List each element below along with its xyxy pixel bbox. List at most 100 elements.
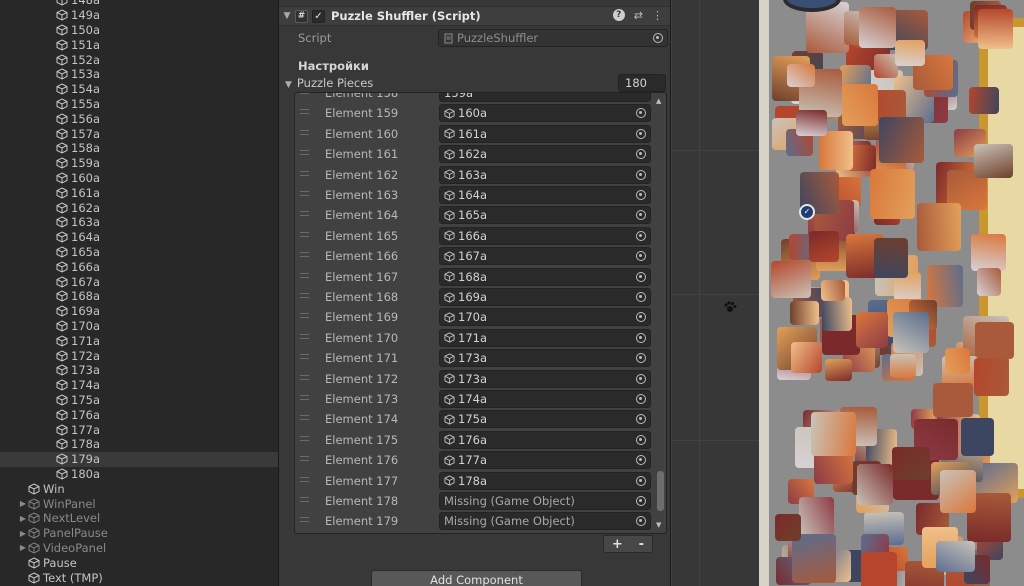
element-object-field[interactable]: 161a — [439, 124, 651, 143]
puzzle-piece[interactable] — [799, 496, 835, 537]
puzzle-piece[interactable] — [811, 411, 856, 456]
object-picker-icon[interactable] — [636, 332, 646, 343]
drag-handle-icon[interactable] — [300, 517, 309, 523]
element-object-field[interactable]: 168a — [439, 267, 651, 286]
element-object-field[interactable]: 173a — [439, 369, 651, 388]
object-picker-icon[interactable] — [636, 414, 646, 425]
hierarchy-item[interactable]: 159a — [0, 156, 278, 171]
object-picker-icon[interactable] — [636, 169, 646, 180]
puzzle-piece[interactable] — [878, 116, 924, 163]
help-icon[interactable]: ? — [612, 9, 625, 21]
element-object-field[interactable]: 178a — [439, 471, 651, 490]
puzzle-piece[interactable] — [842, 83, 878, 127]
drag-handle-icon[interactable] — [300, 435, 309, 441]
list-scrollbar[interactable]: ▲ ▼ — [655, 95, 666, 531]
hierarchy-item[interactable]: 173a — [0, 363, 278, 378]
drag-handle-icon[interactable] — [300, 415, 309, 421]
hierarchy-item[interactable]: 171a — [0, 333, 278, 348]
hierarchy-item[interactable]: 154a — [0, 82, 278, 97]
object-picker-icon[interactable] — [636, 353, 646, 364]
object-picker-icon[interactable] — [636, 292, 646, 302]
hierarchy-item[interactable]: 160a — [0, 171, 278, 186]
puzzle-piece[interactable] — [974, 144, 1013, 179]
puzzle-piece[interactable] — [790, 341, 823, 374]
puzzle-piece[interactable] — [978, 9, 1013, 49]
element-object-field[interactable]: 169a — [439, 288, 651, 306]
drag-handle-icon[interactable] — [300, 333, 309, 339]
component-header[interactable]: ▼ # ✓ Puzzle Shuffler (Script) ? ⇄ ⋮ — [279, 6, 671, 26]
puzzle-piece[interactable] — [933, 383, 974, 418]
hierarchy-item[interactable]: 152a — [0, 52, 278, 67]
hierarchy-item[interactable]: 161a — [0, 185, 278, 200]
hierarchy-item[interactable]: 157a — [0, 126, 278, 141]
fold-arrow-icon[interactable]: ▼ — [285, 80, 292, 90]
drag-handle-icon[interactable] — [300, 252, 309, 258]
hierarchy-item[interactable]: 163a — [0, 215, 278, 230]
puzzle-piece[interactable] — [787, 63, 816, 87]
puzzle-piece[interactable] — [892, 446, 931, 480]
element-object-field[interactable]: 167a — [439, 247, 651, 266]
object-picker-icon[interactable] — [636, 496, 646, 506]
hierarchy-item[interactable]: 162a — [0, 200, 278, 215]
puzzle-piece[interactable] — [869, 169, 915, 219]
remove-element-button[interactable]: - — [633, 537, 650, 552]
hierarchy-item[interactable]: 174a — [0, 378, 278, 393]
puzzle-piece[interactable] — [894, 39, 925, 66]
puzzle-pieces-count-field[interactable]: 180 — [618, 74, 666, 92]
puzzle-piece[interactable] — [971, 234, 1007, 271]
object-picker-icon[interactable] — [636, 516, 646, 527]
element-object-field[interactable]: 164a — [439, 186, 651, 204]
puzzle-piece[interactable] — [975, 321, 1014, 359]
scroll-down-icon[interactable]: ▼ — [656, 521, 661, 529]
object-picker-icon[interactable] — [636, 455, 646, 466]
element-object-field[interactable]: 163a — [439, 165, 651, 184]
element-object-field[interactable]: 173a — [439, 349, 651, 368]
drag-handle-icon[interactable] — [300, 354, 309, 360]
element-object-field[interactable]: 175a — [439, 410, 651, 429]
object-picker-icon[interactable] — [636, 373, 646, 384]
puzzle-piece[interactable] — [858, 6, 896, 49]
drag-handle-icon[interactable] — [300, 395, 309, 400]
hierarchy-item[interactable]: ▶ WinPanel — [0, 496, 278, 511]
drag-handle-icon[interactable] — [300, 313, 309, 319]
scroll-up-icon[interactable]: ▲ — [656, 97, 661, 105]
puzzle-piece[interactable] — [819, 131, 853, 170]
puzzle-piece[interactable] — [893, 311, 930, 354]
hierarchy-item[interactable]: 155a — [0, 97, 278, 112]
drag-handle-icon[interactable] — [300, 293, 309, 298]
add-element-button[interactable]: + — [606, 537, 629, 552]
hierarchy-item[interactable]: 149a — [0, 8, 278, 23]
hierarchy-item[interactable]: 151a — [0, 37, 278, 52]
drag-handle-icon[interactable] — [300, 211, 309, 217]
element-object-field[interactable]: 171a — [439, 328, 651, 347]
object-picker-icon[interactable] — [636, 210, 646, 221]
puzzle-piece[interactable] — [889, 354, 917, 379]
element-object-field[interactable]: 166a — [439, 226, 651, 245]
puzzle-piece[interactable] — [977, 267, 1002, 296]
puzzle-piece[interactable] — [945, 348, 971, 375]
hierarchy-item[interactable]: 178a — [0, 437, 278, 452]
hierarchy-item[interactable]: 156a — [0, 111, 278, 126]
shield-badge-icon[interactable]: ✓ — [799, 204, 815, 220]
drag-handle-icon[interactable] — [300, 231, 309, 237]
hierarchy-item[interactable]: 169a — [0, 304, 278, 319]
drag-handle-icon[interactable] — [300, 374, 309, 380]
object-picker-icon[interactable] — [636, 230, 646, 241]
object-picker-icon[interactable] — [636, 394, 646, 404]
element-object-field[interactable]: 159a — [439, 93, 651, 102]
element-object-field[interactable]: 170a — [439, 308, 651, 327]
hierarchy-item[interactable]: 175a — [0, 393, 278, 408]
expand-arrow-icon[interactable]: ▶ — [18, 499, 28, 508]
element-object-field[interactable]: 177a — [439, 451, 651, 470]
hierarchy-item[interactable]: 164a — [0, 230, 278, 245]
expand-arrow-icon[interactable]: ▶ — [18, 529, 28, 538]
more-options-icon[interactable]: ⋮ — [652, 9, 663, 22]
puzzle-piece[interactable] — [873, 237, 908, 279]
hierarchy-item[interactable]: 158a — [0, 141, 278, 156]
puzzle-piece[interactable] — [775, 514, 801, 541]
drag-handle-icon[interactable] — [300, 129, 309, 135]
puzzle-piece[interactable] — [789, 301, 820, 325]
add-component-button[interactable]: Add Component — [371, 570, 582, 586]
drag-handle-icon[interactable] — [300, 191, 309, 196]
element-object-field[interactable]: 162a — [439, 145, 651, 164]
